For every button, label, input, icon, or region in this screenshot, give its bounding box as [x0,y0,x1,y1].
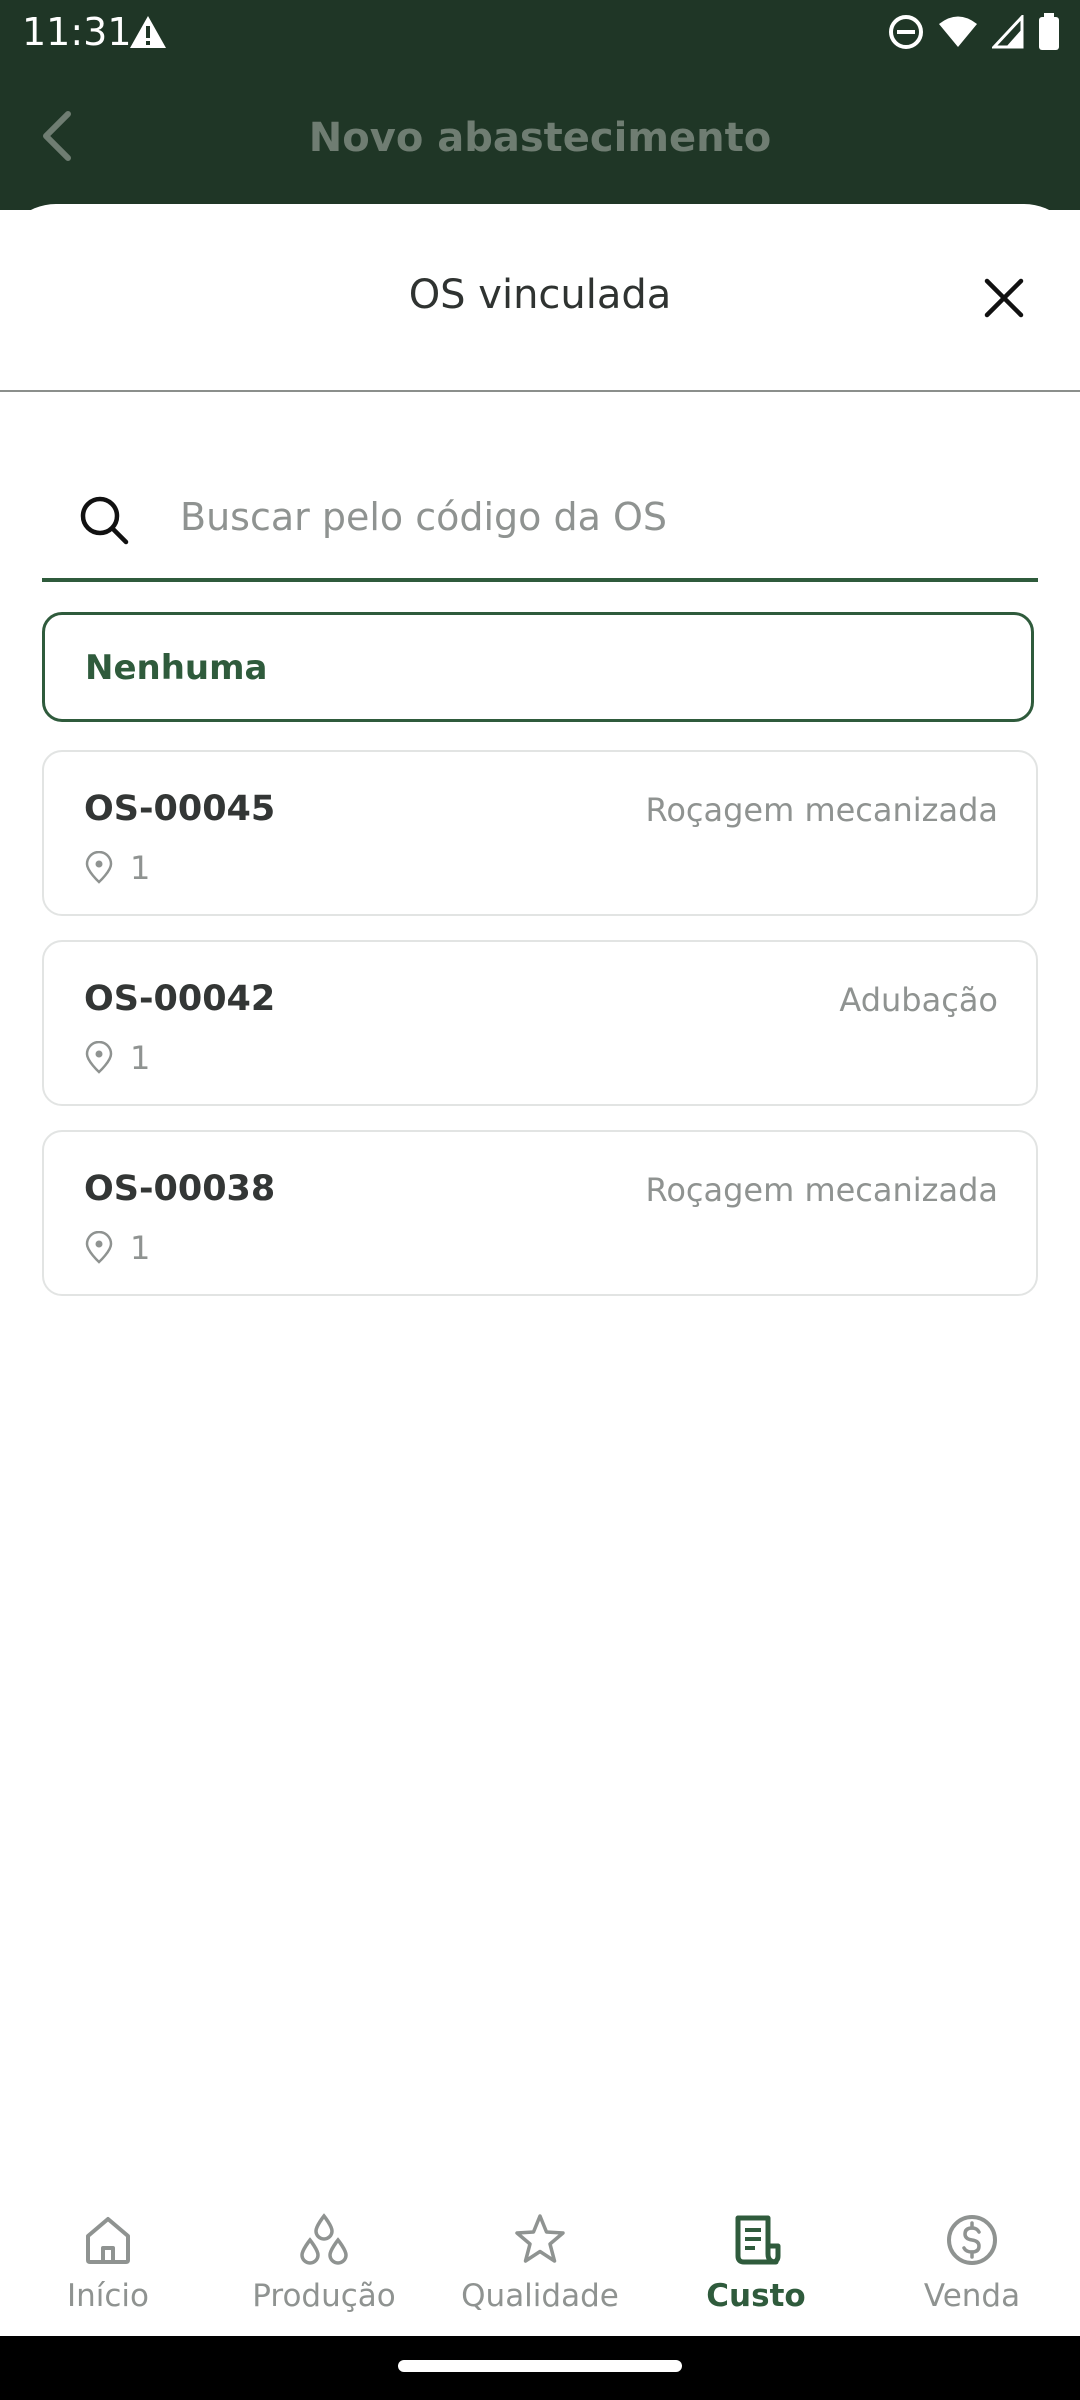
nav-label: Início [66,2278,150,2314]
os-code: OS-00038 [84,1169,276,1209]
os-location-count: 1 [130,1039,151,1077]
location-pin-icon [85,1041,113,1074]
os-selection-sheet: OS vinculada Nenhuma OS-00045 Roçagem me… [0,204,1080,2184]
nav-label: Produção [252,2278,396,2314]
sheet-title: OS vinculada [408,272,672,318]
cellular-signal-icon [992,15,1024,49]
location-pin-icon [85,851,113,884]
os-type: Roçagem mecanizada [645,791,998,829]
home-icon [86,2217,130,2264]
close-button[interactable] [978,272,1030,324]
os-code: OS-00042 [84,979,276,1019]
status-icons [888,12,1060,52]
close-icon [984,278,1024,318]
os-location: 1 [82,1038,150,1078]
search-field[interactable] [42,468,1038,582]
nav-label: Qualidade [461,2278,619,2314]
app-bar: 11:31 Novo abastecimento [0,0,1080,210]
os-code: OS-00045 [84,789,276,829]
bottom-nav: Início Produção Qualidade Custo Venda [0,2184,1080,2336]
os-location: 1 [82,1228,150,1268]
nav-item-venda[interactable]: Venda [864,2184,1080,2336]
status-bar: 11:31 [0,0,1080,64]
app-bar-title: Novo abastecimento [308,115,772,161]
search-input[interactable] [178,486,1002,548]
os-card[interactable]: OS-00038 Roçagem mecanizada 1 [42,1130,1038,1296]
nav-item-qualidade[interactable]: Qualidade [432,2184,648,2336]
wifi-icon [939,16,977,47]
dollar-circle-icon [947,2215,997,2265]
do-not-disturb-icon [889,15,923,49]
nav-item-custo[interactable]: Custo [648,2184,864,2336]
os-card[interactable]: OS-00045 Roçagem mecanizada 1 [42,750,1038,916]
option-none-label: Nenhuma [85,648,268,688]
drops-icon [300,2213,348,2265]
warning-icon [130,16,166,48]
nav-item-producao[interactable]: Produção [216,2184,432,2336]
status-time: 11:31 [22,10,132,54]
os-list: OS-00045 Roçagem mecanizada 1 OS-00042 A… [42,750,1038,1320]
os-location-count: 1 [130,849,151,887]
gesture-handle[interactable] [398,2360,682,2372]
option-none[interactable]: Nenhuma [42,612,1034,722]
search-icon [80,496,129,545]
screen: 11:31 Novo abastecimento OS vinculada Bu… [0,0,1080,2400]
battery-icon [1039,13,1059,50]
nav-item-inicio[interactable]: Início [0,2184,216,2336]
star-icon [515,2214,565,2263]
os-type: Roçagem mecanizada [645,1171,998,1209]
nav-label: Custo [706,2278,806,2314]
location-pin-icon [85,1231,113,1264]
os-location: 1 [82,848,150,888]
nav-label: Venda [923,2278,1021,2314]
os-location-count: 1 [130,1229,151,1267]
receipt-icon [735,2215,781,2265]
os-type: Adubação [839,981,998,1019]
os-card[interactable]: OS-00042 Adubação 1 [42,940,1038,1106]
gesture-bar [0,2336,1080,2400]
sheet-header: OS vinculada [0,204,1080,392]
